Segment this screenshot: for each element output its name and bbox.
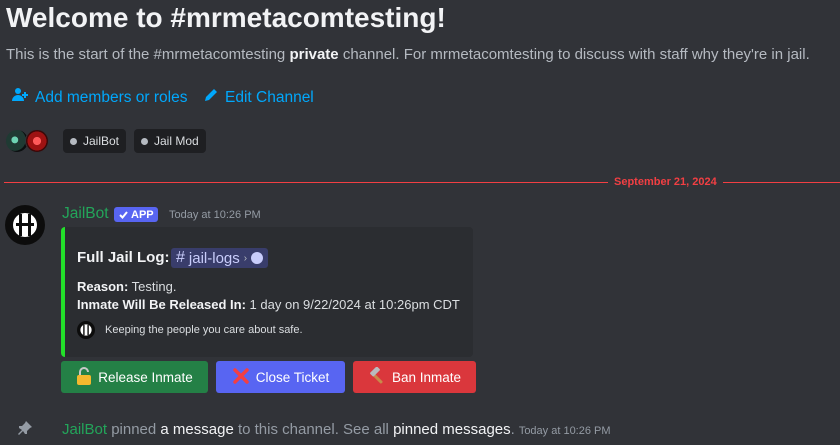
pin-icon	[17, 420, 33, 441]
status-dot	[70, 137, 77, 145]
member-pill-label: Jail Mod	[154, 134, 199, 148]
channel-mention-jail-logs[interactable]: # jail-logs ›	[171, 248, 269, 268]
member-avatars[interactable]	[5, 129, 49, 153]
embed-field-reason: Reason: Testing.	[77, 279, 176, 294]
hash-icon: #	[176, 249, 185, 266]
system-pin-message: JailBot pinned a message to this channel…	[62, 421, 611, 438]
embed-field-release: Inmate Will Be Released In: 1 day on 9/2…	[77, 297, 460, 312]
bot-avatar[interactable]	[5, 205, 45, 245]
pencil-icon	[203, 87, 219, 108]
embed-footer-icon	[77, 321, 95, 339]
app-badge-label: APP	[131, 208, 154, 221]
release-inmate-label: Release Inmate	[98, 369, 193, 385]
close-ticket-button[interactable]: Close Ticket	[216, 361, 345, 393]
unlock-icon	[76, 366, 92, 388]
embed-title: Full Jail Log:	[77, 249, 170, 266]
jail-bars-icon	[80, 324, 92, 336]
add-members-icon	[11, 87, 29, 108]
intro-private-label: private	[289, 46, 339, 63]
member-pill-label: JailBot	[83, 134, 120, 148]
channel-mention-label: jail-logs	[188, 249, 240, 267]
embed-footer-text: Keeping the people you care about safe.	[105, 324, 303, 336]
release-label: Inmate Will Be Released In:	[77, 297, 246, 312]
app-badge: APP	[114, 207, 158, 222]
status-dot	[141, 137, 148, 145]
add-members-button[interactable]: Add members or roles	[11, 87, 187, 108]
member-pill-jail-mod[interactable]: Jail Mod	[134, 129, 206, 153]
system-text: pinned	[107, 421, 161, 438]
reason-value: Testing.	[128, 279, 177, 294]
welcome-intro: This is the start of the #mrmetacomtesti…	[6, 46, 810, 63]
hammer-icon	[368, 366, 386, 388]
avatar[interactable]	[25, 129, 49, 153]
edit-channel-button[interactable]: Edit Channel	[203, 87, 314, 108]
intro-text: This is the start of the #mrmetacomtesti…	[6, 46, 290, 63]
divider-date: September 21, 2024	[608, 176, 723, 188]
pinned-messages-link[interactable]: pinned messages	[393, 421, 511, 438]
edit-channel-label: Edit Channel	[225, 88, 314, 106]
chevron-right-icon: ›	[243, 252, 248, 264]
release-value: 1 day on 9/22/2024 at 10:26pm CDT	[245, 297, 460, 312]
intro-text-end: channel. For mrmetacomtesting to discuss…	[338, 46, 810, 63]
message-username[interactable]: JailBot	[62, 205, 109, 223]
message-timestamp[interactable]: Today at 10:26 PM	[169, 209, 261, 221]
release-inmate-button[interactable]: Release Inmate	[61, 361, 208, 393]
member-pill-jailbot[interactable]: JailBot	[63, 129, 127, 153]
checkmark-icon	[119, 211, 128, 219]
system-timestamp[interactable]: Today at 10:26 PM	[519, 425, 611, 437]
add-members-label: Add members or roles	[35, 88, 188, 106]
system-text: to this channel. See all	[233, 421, 394, 438]
jail-bars-icon	[13, 213, 37, 237]
ban-inmate-button[interactable]: Ban Inmate	[353, 361, 476, 393]
welcome-title: Welcome to #mrmetacomtesting!	[6, 2, 446, 33]
reason-label: Reason:	[77, 279, 129, 294]
ban-inmate-label: Ban Inmate	[391, 369, 462, 385]
system-text: .	[510, 421, 515, 438]
pinned-message-link[interactable]: a message	[160, 421, 233, 438]
system-username[interactable]: JailBot	[62, 421, 107, 438]
chat-bubble-icon	[251, 252, 264, 264]
close-ticket-label: Close Ticket	[255, 369, 330, 385]
cross-mark-icon	[232, 367, 250, 388]
